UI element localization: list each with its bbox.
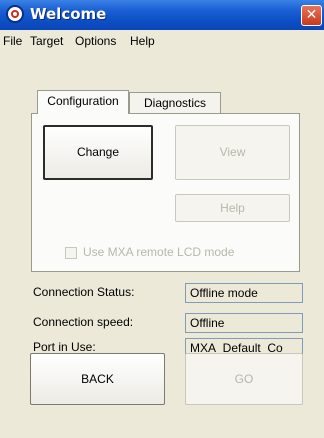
connection-status-field: Offline mode (185, 283, 303, 303)
port-in-use-label: Port in Use: (33, 340, 96, 354)
app-logo-icon (6, 5, 24, 23)
menu-options[interactable]: Options (75, 34, 116, 48)
menu-help[interactable]: Help (130, 34, 155, 48)
menu-bar: File Target Options Help (0, 30, 324, 52)
remote-lcd-label: Use MXA remote LCD mode (83, 245, 235, 259)
close-icon: ✕ (305, 7, 318, 23)
back-button[interactable]: BACK (30, 353, 165, 405)
view-button[interactable]: View (175, 125, 290, 180)
connection-speed-label: Connection speed: (33, 315, 134, 329)
connection-speed-field: Offline (185, 313, 303, 333)
connection-status-label: Connection Status: (33, 285, 135, 299)
menu-file[interactable]: File (3, 34, 22, 48)
change-button[interactable]: Change (43, 125, 153, 180)
menu-target[interactable]: Target (30, 34, 63, 48)
tab-diagnostics[interactable]: Diagnostics (129, 92, 221, 114)
tab-configuration-label: Configuration (47, 94, 119, 108)
tab-diagnostics-label: Diagnostics (143, 96, 207, 110)
welcome-window: Welcome ✕ File Target Options Help Confi… (0, 0, 324, 438)
title-bar[interactable]: Welcome ✕ (0, 0, 324, 30)
close-button[interactable]: ✕ (301, 5, 322, 26)
window-title: Welcome (30, 5, 107, 23)
tab-configuration[interactable]: Configuration (37, 90, 129, 114)
go-button[interactable]: GO (185, 353, 303, 405)
help-button[interactable]: Help (175, 194, 290, 222)
remote-lcd-checkbox[interactable] (65, 247, 77, 259)
